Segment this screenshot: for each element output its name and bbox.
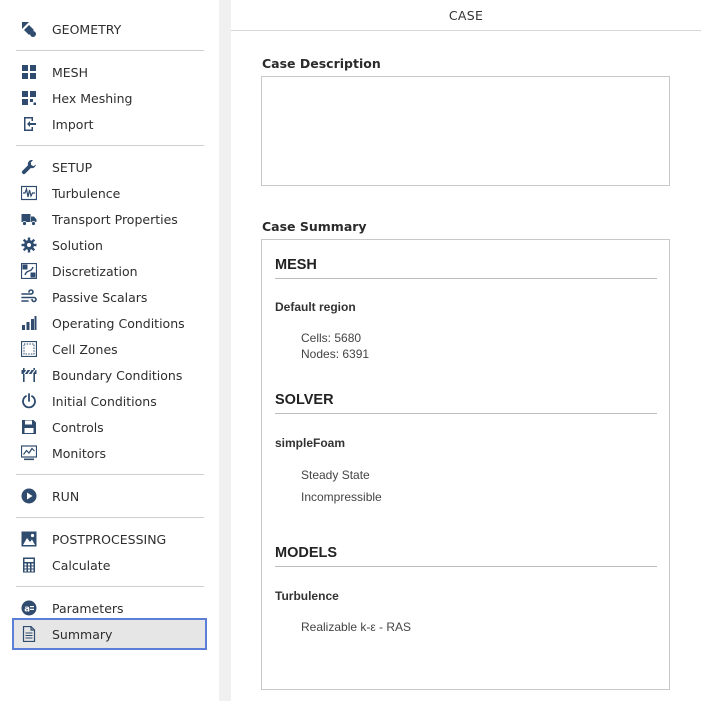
barrier-icon	[20, 366, 38, 384]
truck-icon	[20, 210, 38, 228]
sidebar-item-label: Initial Conditions	[52, 393, 157, 409]
sidebar-item-turbulence[interactable]: Turbulence	[16, 180, 206, 206]
sidebar-item-label: Discretization	[52, 263, 138, 279]
sidebar-item-label: Controls	[52, 419, 104, 435]
sidebar-item-transport-properties[interactable]: Transport Properties	[16, 206, 206, 232]
sidebar-item-label: Calculate	[52, 557, 111, 573]
mesh-grid-icon	[20, 63, 38, 81]
case-summary-panel: MESH Default region Cells: 5680 Nodes: 6…	[261, 239, 670, 690]
sidebar-item-hex-meshing[interactable]: Hex Meshing	[16, 85, 206, 111]
sidebar-item-controls[interactable]: Controls	[16, 414, 206, 440]
sidebar-divider	[16, 517, 204, 518]
models-turbulence-value: Realizable k-ε - RAS	[301, 620, 412, 634]
sidebar-item-label: Summary	[52, 626, 113, 642]
sidebar-item-label: Solution	[52, 237, 103, 253]
sidebar-item-calculate[interactable]: Calculate	[16, 552, 206, 578]
sidebar-item-cell-zones[interactable]: Cell Zones	[16, 336, 206, 362]
case-summary-label: Case Summary	[262, 219, 367, 234]
sidebar-item-label: Operating Conditions	[52, 315, 185, 331]
sidebar-item-label: RUN	[52, 488, 80, 504]
sidebar-item-label: SETUP	[52, 159, 93, 175]
sidebar-divider	[16, 474, 204, 475]
sidebar-item-label: Transport Properties	[52, 211, 178, 227]
document-icon	[20, 625, 38, 643]
sidebar-item-label: Parameters	[52, 600, 124, 616]
sidebar-item-postprocessing[interactable]: POSTPROCESSING	[16, 526, 206, 552]
save-disk-icon	[20, 418, 38, 436]
sidebar-item-label: POSTPROCESSING	[52, 531, 167, 547]
summary-section-models: MODELS	[275, 545, 657, 567]
wind-icon	[20, 288, 38, 306]
sidebar-item-label: Boundary Conditions	[52, 367, 183, 383]
mesh-cells-count: Cells: 5680	[301, 331, 362, 345]
image-icon	[20, 530, 38, 548]
bar-chart-icon	[20, 314, 38, 332]
sidebar-item-passive-scalars[interactable]: Passive Scalars	[16, 284, 206, 310]
wrench-icon	[20, 158, 38, 176]
gear-icon	[20, 236, 38, 254]
solver-flow-type: Incompressible	[301, 490, 382, 504]
sidebar-item-import[interactable]: Import	[16, 111, 206, 137]
monitor-chart-icon	[20, 444, 38, 462]
svg-text:a: a	[24, 605, 30, 615]
sidebar-item-monitors[interactable]: Monitors	[16, 440, 206, 466]
sidebar-item-label: MESH	[52, 64, 89, 80]
page-title: CASE	[231, 0, 701, 31]
sidebar-item-label: Import	[52, 116, 94, 132]
power-icon	[20, 392, 38, 410]
case-description-label: Case Description	[262, 56, 381, 71]
sidebar-item-geometry[interactable]: GEOMETRY	[16, 16, 206, 42]
sidebar-item-summary[interactable]: Summary	[12, 618, 207, 650]
parameters-icon: a	[20, 599, 38, 617]
sidebar-item-operating-conditions[interactable]: Operating Conditions	[16, 310, 206, 336]
sidebar-item-boundary-conditions[interactable]: Boundary Conditions	[16, 362, 206, 388]
sidebar-item-label: GEOMETRY	[52, 21, 122, 37]
calculator-icon	[20, 556, 38, 574]
sidebar-item-run[interactable]: RUN	[16, 483, 206, 509]
sidebar-item-label: Monitors	[52, 445, 107, 461]
sidebar-divider	[16, 50, 204, 51]
sidebar-item-mesh[interactable]: MESH	[16, 59, 206, 85]
sidebar-item-solution[interactable]: Solution	[16, 232, 206, 258]
case-panel: CASE Case Description Case Summary MESH …	[231, 0, 701, 701]
summary-section-solver: SOLVER	[275, 392, 657, 414]
sidebar-item-discretization[interactable]: Discretization	[16, 258, 206, 284]
sidebar: GEOMETRY MESH Hex Meshing Import SETUP T…	[0, 0, 219, 701]
models-turbulence-label: Turbulence	[275, 589, 339, 603]
sidebar-item-label: Cell Zones	[52, 341, 118, 357]
sidebar-item-setup[interactable]: SETUP	[16, 154, 206, 180]
cell-zone-icon	[20, 340, 38, 358]
sidebar-divider	[16, 586, 204, 587]
discretization-icon	[20, 262, 38, 280]
case-description-input[interactable]	[261, 76, 670, 186]
solver-name: simpleFoam	[275, 436, 346, 450]
hex-mesh-icon	[20, 89, 38, 107]
sidebar-item-initial-conditions[interactable]: Initial Conditions	[16, 388, 206, 414]
sidebar-item-label: Turbulence	[52, 185, 121, 201]
sidebar-divider	[16, 145, 204, 146]
mesh-region-name: Default region	[275, 300, 356, 314]
summary-section-mesh: MESH	[275, 257, 657, 279]
waveform-icon	[20, 184, 38, 202]
geometry-icon	[20, 20, 38, 38]
sidebar-item-label: Hex Meshing	[52, 90, 133, 106]
solver-time-mode: Steady State	[301, 468, 370, 482]
import-icon	[20, 115, 38, 133]
sidebar-item-label: Passive Scalars	[52, 289, 148, 305]
mesh-nodes-count: Nodes: 6391	[301, 347, 370, 361]
play-icon	[20, 487, 38, 505]
